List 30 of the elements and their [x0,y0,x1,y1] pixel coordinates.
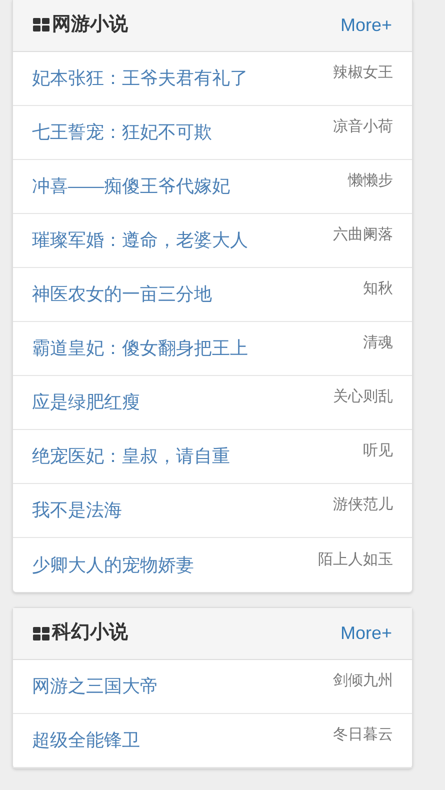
author-name: 冬日暮云 [333,725,393,746]
panel-title: 网游小说 [52,12,128,37]
book-title-link[interactable]: 少卿大人的宠物娇妻 [32,552,194,578]
book-title-link[interactable]: 霸道皇妃：傻女翻身把王上 [32,335,248,362]
more-link[interactable]: More+ [340,12,392,38]
book-title-link[interactable]: 应是绿肥红瘦 [32,389,140,416]
grid-icon [33,18,50,32]
author-name: 六曲阑落 [333,225,393,246]
book-title-link[interactable]: 我不是法海 [32,497,122,524]
author-name: 懒懒步 [348,171,393,192]
book-title-link[interactable]: 神医农女的一亩三分地 [32,281,212,308]
book-title-link[interactable]: 七王誓宠：狂妃不可欺 [32,119,212,146]
more-link[interactable]: More+ [340,620,392,647]
book-title-link[interactable]: 超级全能锋卫 [32,727,140,754]
author-name: 辣椒女王 [333,63,393,84]
book-title-link[interactable]: 璀璨军婚：遵命，老婆大人 [32,227,248,254]
book-title-link[interactable]: 网游之三国大帝 [32,673,158,700]
author-name: 听见 [363,441,393,462]
author-name: 剑倾九州 [333,671,393,692]
author-name: 清魂 [363,333,393,354]
author-name: 知秋 [363,279,393,300]
book-title-link[interactable]: 冲喜——痴傻王爷代嫁妃 [32,173,230,200]
panel-title: 科幻小说 [52,621,128,646]
book-title-link[interactable]: 妃本张狂：王爷夫君有礼了 [32,65,248,92]
author-name: 凉音小荷 [333,117,393,138]
author-name: 陌上人如玉 [318,550,393,570]
author-name: 游侠范儿 [333,495,393,516]
book-title-link[interactable]: 绝宠医妃：皇叔，请自重 [32,443,230,470]
grid-icon [33,626,50,640]
author-name: 关心则乱 [333,387,393,408]
